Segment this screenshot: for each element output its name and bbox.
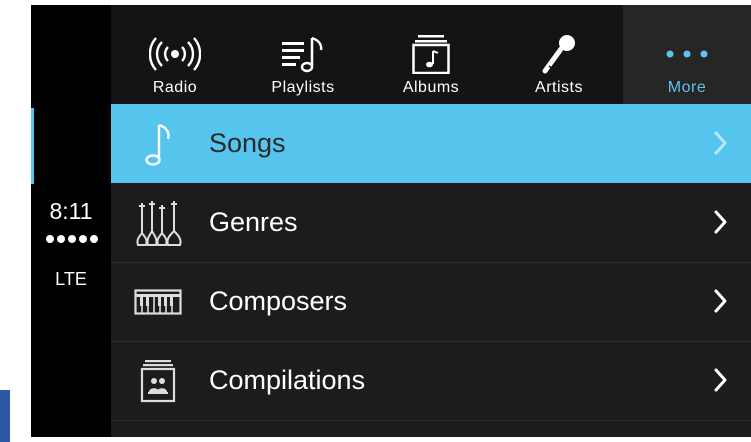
tab-albums[interactable]: Albums bbox=[367, 5, 495, 104]
microphone-icon bbox=[539, 33, 579, 75]
list-item-label: Genres bbox=[209, 207, 298, 237]
playlists-icon bbox=[280, 33, 326, 75]
tab-radio-label: Radio bbox=[152, 79, 198, 96]
tab-radio[interactable]: Radio bbox=[111, 5, 239, 104]
tab-artists[interactable]: Artists bbox=[495, 5, 623, 104]
list-item-songs[interactable]: Songs bbox=[111, 104, 751, 183]
more-dots-icon bbox=[664, 33, 710, 75]
signal-strength-icon bbox=[42, 235, 102, 243]
signal-dot bbox=[57, 235, 65, 243]
list-item-label: Songs bbox=[209, 128, 286, 158]
signal-dot bbox=[79, 235, 87, 243]
tab-albums-label: Albums bbox=[402, 79, 460, 96]
albums-icon bbox=[411, 33, 451, 75]
network-type: LTE bbox=[55, 269, 87, 289]
tab-more[interactable]: More bbox=[623, 5, 751, 104]
chevron-right-icon bbox=[713, 208, 729, 241]
divider bbox=[111, 420, 751, 421]
music-note-icon bbox=[132, 104, 184, 183]
signal-dot bbox=[90, 235, 98, 243]
signal-dot bbox=[46, 235, 54, 243]
piano-icon bbox=[132, 262, 184, 341]
tab-playlists-label: Playlists bbox=[271, 79, 335, 96]
chevron-right-icon bbox=[713, 366, 729, 399]
genres-instruments-icon bbox=[132, 183, 184, 262]
library-list: Songs Genres Composers Compilations bbox=[111, 104, 751, 437]
chevron-right-icon bbox=[713, 287, 729, 320]
carplay-screen: 8:11 LTE Radio Playlists Albums Artists … bbox=[31, 5, 751, 437]
list-item-compilations[interactable]: Compilations bbox=[111, 341, 751, 420]
list-item-genres[interactable]: Genres bbox=[111, 183, 751, 262]
left-blue-block bbox=[0, 390, 10, 442]
radio-icon bbox=[149, 33, 201, 75]
tab-bar: Radio Playlists Albums Artists More bbox=[111, 5, 751, 104]
compilations-icon bbox=[132, 341, 184, 420]
status-time: 8:11 bbox=[49, 198, 93, 224]
chevron-right-icon bbox=[713, 129, 729, 162]
list-item-label: Composers bbox=[209, 286, 348, 316]
tab-playlists[interactable]: Playlists bbox=[239, 5, 367, 104]
selection-edge-indicator bbox=[31, 108, 34, 184]
signal-dot bbox=[68, 235, 76, 243]
tab-artists-label: Artists bbox=[535, 79, 583, 96]
tab-more-label: More bbox=[667, 79, 707, 96]
list-item-composers[interactable]: Composers bbox=[111, 262, 751, 341]
status-sidebar: 8:11 LTE bbox=[31, 5, 111, 437]
list-item-label: Compilations bbox=[209, 365, 366, 395]
